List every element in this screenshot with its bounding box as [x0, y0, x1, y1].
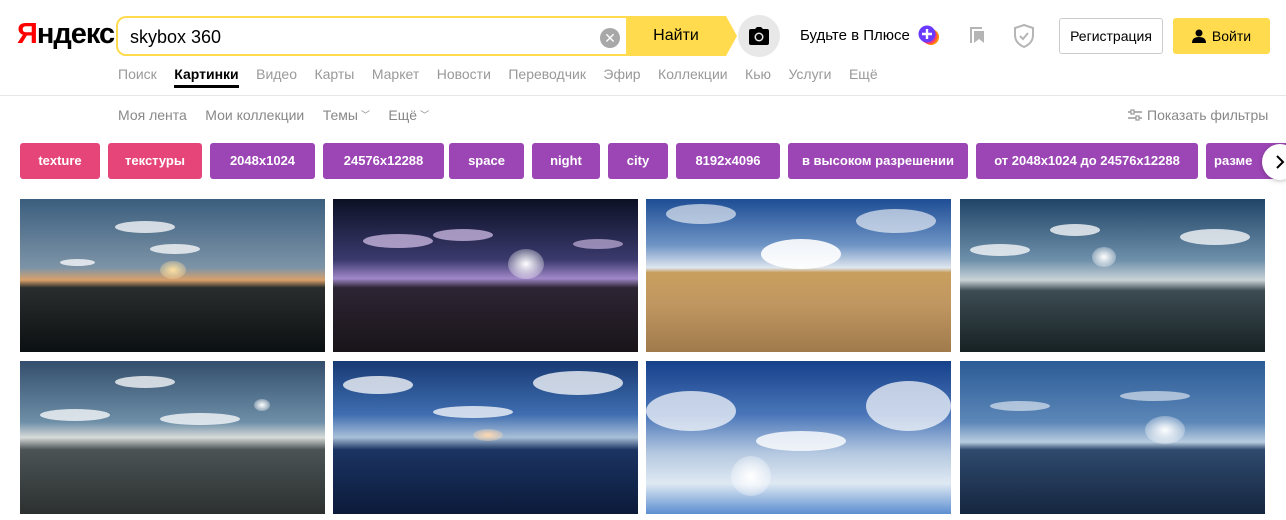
subnav-themes[interactable]: Темы ﹀	[323, 107, 370, 123]
cloud-shape	[970, 244, 1030, 256]
subnav: Моя лента Мои коллекции Темы ﹀ Ещё ﹀	[118, 107, 443, 125]
image-result[interactable]	[646, 199, 951, 352]
cloud-shape	[756, 431, 846, 451]
tag-chip[interactable]: от 2048x1024 до 24576x12288	[976, 143, 1198, 179]
cloud-shape	[646, 391, 736, 431]
image-result[interactable]	[20, 199, 325, 352]
tag-chip[interactable]: 2048x1024	[210, 143, 315, 179]
service-maps[interactable]: Карты	[314, 66, 354, 88]
yandex-logo[interactable]: Яндекс	[17, 18, 115, 51]
sun-shape	[731, 456, 771, 496]
cloud-shape	[433, 229, 493, 241]
cloud-shape	[1120, 391, 1190, 401]
subnav-themes-label: Темы	[322, 107, 358, 123]
cloud-shape	[866, 381, 951, 431]
shield-icon[interactable]	[1013, 24, 1035, 48]
tag-chip[interactable]: night	[532, 143, 600, 179]
cloud-shape	[761, 239, 841, 269]
search-form: ✕ Найти	[116, 16, 737, 56]
search-box: ✕	[116, 16, 628, 56]
user-icon	[1191, 29, 1206, 43]
services-nav: Поиск Картинки Видео Карты Маркет Новост…	[118, 66, 891, 88]
search-input[interactable]	[130, 25, 590, 49]
cloud-shape	[666, 204, 736, 224]
cloud-shape	[343, 376, 413, 394]
cloud-shape	[533, 371, 623, 395]
service-search[interactable]: Поиск	[118, 66, 157, 88]
cloud-shape	[1050, 224, 1100, 236]
header: Яндекс ✕ Найти Будьте в Плюсе Регистраци…	[0, 0, 1286, 96]
tag-chip[interactable]: в высоком разрешении	[788, 143, 968, 179]
cloud-shape	[1180, 229, 1250, 245]
sun-shape	[473, 429, 503, 441]
plus-icon[interactable]	[917, 24, 941, 46]
cloud-shape	[115, 221, 175, 233]
service-market[interactable]: Маркет	[372, 66, 419, 88]
service-efir[interactable]: Эфир	[603, 66, 640, 88]
logo-first-letter: Я	[17, 18, 38, 50]
image-result[interactable]	[333, 199, 638, 352]
cloud-shape	[150, 244, 200, 254]
show-filters-label: Показать фильтры	[1147, 107, 1269, 123]
search-button[interactable]: Найти	[626, 16, 726, 56]
image-result[interactable]	[960, 361, 1265, 514]
chevron-right-icon	[1276, 155, 1285, 169]
tag-chip[interactable]: текстуры	[108, 143, 202, 179]
sun-shape	[1092, 247, 1116, 267]
service-images[interactable]: Картинки	[174, 66, 240, 88]
tag-chip[interactable]: space	[449, 143, 524, 179]
collections-icon[interactable]	[967, 25, 987, 45]
cloud-shape	[433, 406, 513, 418]
close-icon[interactable]: ✕	[600, 28, 620, 48]
tag-chip[interactable]: texture	[20, 143, 100, 179]
cloud-shape	[990, 401, 1050, 411]
service-news[interactable]: Новости	[437, 66, 491, 88]
plus-link[interactable]: Будьте в Плюсе	[800, 27, 910, 44]
register-button[interactable]: Регистрация	[1059, 18, 1163, 54]
subnav-more-label: Ещё	[388, 107, 418, 123]
service-translate[interactable]: Переводчик	[508, 66, 586, 88]
service-video[interactable]: Видео	[256, 66, 297, 88]
chevron-down-icon: ﹀	[360, 110, 370, 120]
tag-chip[interactable]: city	[608, 143, 668, 179]
service-q[interactable]: Кью	[745, 66, 771, 88]
cloud-shape	[40, 409, 110, 421]
sliders-icon	[1128, 109, 1142, 121]
camera-icon	[749, 27, 769, 45]
cloud-shape	[363, 234, 433, 248]
subnav-more[interactable]: Ещё ﹀	[388, 107, 429, 123]
sun-shape	[254, 399, 270, 411]
logo-rest: ндекс	[36, 18, 115, 50]
search-button-arrow	[726, 16, 737, 56]
sun-shape	[1145, 416, 1185, 444]
cloud-shape	[60, 259, 95, 266]
image-result[interactable]	[333, 361, 638, 514]
login-label: Войти	[1211, 28, 1252, 44]
sun-shape	[508, 249, 544, 279]
image-result[interactable]	[960, 199, 1265, 352]
tag-chip[interactable]: 24576x12288	[323, 143, 444, 179]
tag-chip[interactable]: 8192x4096	[676, 143, 780, 179]
cloud-shape	[160, 413, 240, 425]
cloud-shape	[115, 376, 175, 388]
show-filters-button[interactable]: Показать фильтры	[1128, 107, 1268, 123]
image-search-button[interactable]	[738, 15, 780, 57]
image-result[interactable]	[646, 361, 951, 514]
service-uslugi[interactable]: Услуги	[788, 66, 831, 88]
sun-shape	[160, 261, 186, 279]
service-more[interactable]: Ещё	[849, 66, 878, 88]
chevron-down-icon: ﹀	[420, 110, 430, 120]
cloud-shape	[573, 239, 623, 249]
subnav-my-feed[interactable]: Моя лента	[118, 107, 187, 123]
service-collections[interactable]: Коллекции	[658, 66, 728, 88]
subnav-my-collections[interactable]: Мои коллекции	[205, 107, 304, 123]
login-button[interactable]: Войти	[1173, 18, 1270, 54]
cloud-shape	[856, 209, 936, 233]
image-result[interactable]	[20, 361, 325, 514]
related-tags: texture текстуры 2048x1024 24576x12288 s…	[20, 143, 1286, 179]
